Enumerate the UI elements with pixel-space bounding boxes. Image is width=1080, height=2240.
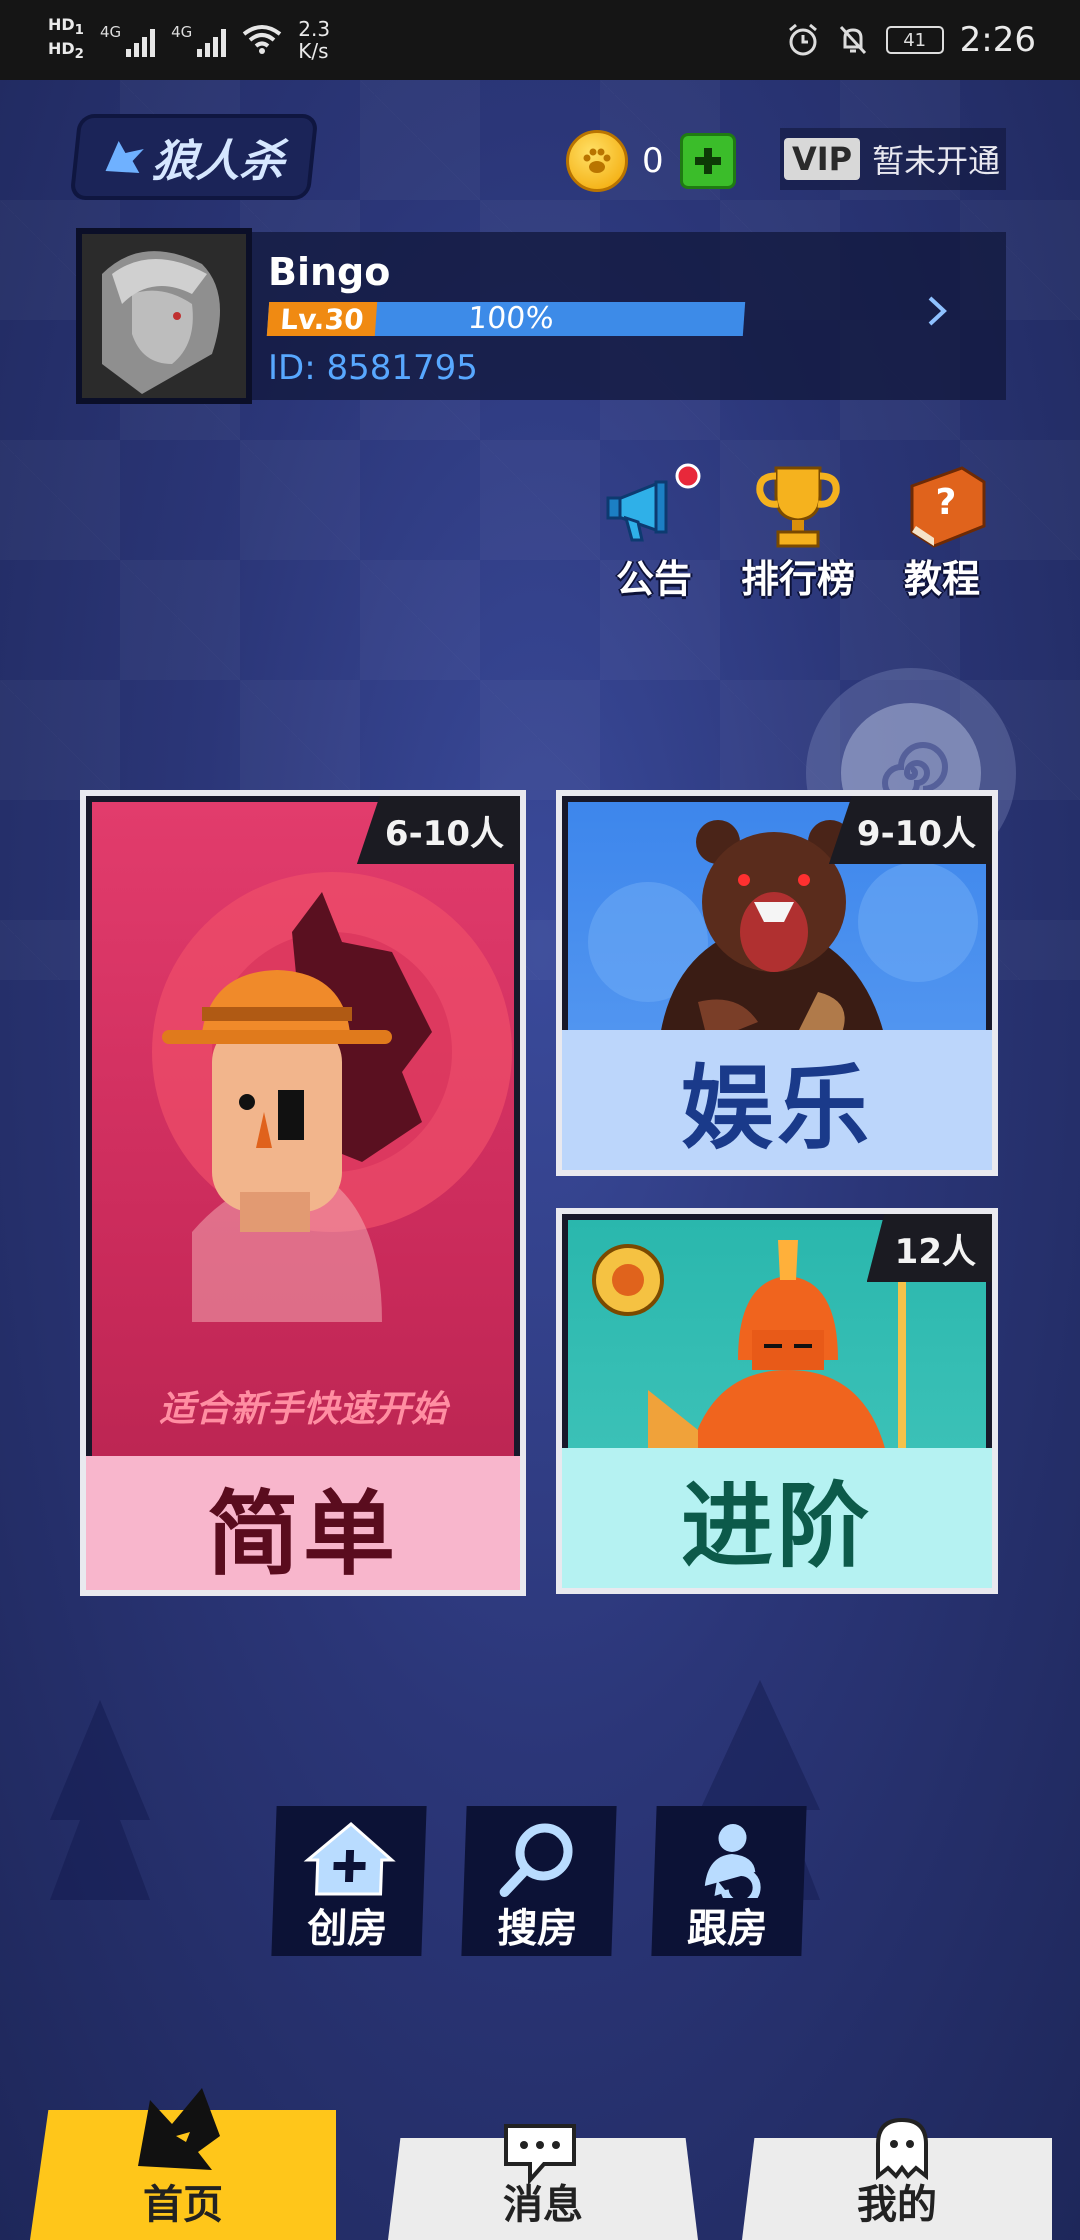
status-bar: HD1 HD2 4G 4G 2.3 K/s 41 2:26	[0, 0, 1080, 80]
create-room-label: 创房	[306, 1906, 389, 1952]
signal-2-icon: 4G	[171, 23, 227, 57]
svg-text:?: ?	[936, 482, 957, 523]
mute-bell-icon	[839, 25, 866, 55]
fun-title: 娱乐	[680, 1054, 873, 1162]
mode-card-advanced[interactable]: 12人 进阶	[556, 1208, 998, 1594]
game-logo: 狼人杀	[73, 118, 315, 196]
net-speed: 2.3 K/s	[298, 18, 330, 62]
network1-label: 4G	[99, 23, 122, 41]
profile-card[interactable]: Bingo Lv.30 100% ID: 8581795	[76, 228, 1006, 404]
coin-balance: 0	[566, 128, 736, 194]
mode-card-fun[interactable]: 9-10人 娱乐	[556, 790, 998, 1176]
net-speed-value: 2.3	[298, 17, 331, 41]
simple-banner: 简单	[86, 1456, 520, 1590]
status-left: HD1 HD2 4G 4G 2.3 K/s	[48, 14, 330, 64]
alarm-icon	[788, 23, 817, 56]
battery-level: 41	[903, 29, 927, 51]
leaderboard-button[interactable]: 排行榜	[728, 462, 868, 603]
hd2-label: HD	[48, 39, 75, 58]
wolf-head-icon	[138, 2088, 220, 2170]
avatar-portrait	[82, 234, 246, 398]
vip-status-text: 暂未开通	[872, 142, 1001, 180]
advanced-banner: 进阶	[562, 1448, 992, 1588]
hd1-label: HD	[48, 14, 75, 34]
follow-icon	[704, 1824, 761, 1898]
pine-tree-left	[50, 1700, 150, 1900]
create-room-icon	[303, 1822, 396, 1896]
trophy-icon	[756, 466, 840, 548]
announcement-button[interactable]: 公告	[584, 462, 724, 603]
leaderboard-label: 排行榜	[740, 557, 855, 601]
status-right: 41 2:26	[786, 20, 1036, 60]
level-tag: Lv.30	[266, 302, 378, 336]
vip-status-button[interactable]: VIP 暂未开通	[780, 128, 1006, 190]
player-id: ID: 8581795	[268, 348, 478, 388]
search-room-label: 搜房	[496, 1906, 579, 1952]
level-progress-bar: Lv.30 100%	[266, 301, 746, 336]
advanced-title: 进阶	[680, 1472, 873, 1580]
mode-card-simple[interactable]: 6-10人 适合新手快速开始 简单	[80, 790, 526, 1596]
follow-room-button[interactable]: 跟房	[651, 1806, 807, 1956]
paw-coin-icon	[566, 130, 628, 192]
fun-player-count: 9-10人	[828, 796, 992, 864]
tutorial-label: 教程	[903, 557, 980, 601]
hd1-sub: 1	[74, 23, 84, 38]
player-name: Bingo	[268, 250, 391, 294]
fun-banner: 娱乐	[562, 1030, 992, 1170]
ghost-user-icon	[876, 2117, 928, 2181]
clock: 2:26	[959, 20, 1036, 60]
follow-room-label: 跟房	[686, 1906, 769, 1952]
advanced-player-count: 12人	[866, 1214, 992, 1282]
tutorial-button[interactable]: ? 教程	[872, 462, 1012, 603]
level-progress-text: 100%	[466, 301, 556, 336]
signal-1-icon: 4G	[99, 23, 156, 57]
net-speed-unit: K/s	[298, 39, 329, 63]
avatar[interactable]	[76, 228, 252, 404]
simple-player-count: 6-10人	[356, 796, 520, 864]
create-room-button[interactable]: 创房	[271, 1806, 427, 1956]
search-icon	[499, 1823, 573, 1897]
vip-badge: VIP	[784, 138, 861, 180]
add-coins-button[interactable]	[680, 133, 736, 189]
battery-icon: 41	[885, 26, 944, 54]
tab-home-label: 首页	[143, 2182, 223, 2228]
search-room-button[interactable]: 搜房	[461, 1806, 617, 1956]
book-icon: ?	[910, 466, 986, 548]
wifi-icon	[243, 25, 282, 54]
plus-icon	[695, 148, 721, 174]
hd-indicators: HD1 HD2	[48, 14, 84, 64]
coin-count: 0	[642, 141, 664, 181]
wolf-logo-icon	[105, 141, 144, 173]
simple-subtitle: 适合新手快速开始	[158, 1389, 447, 1430]
network2-label: 4G	[171, 23, 193, 41]
hd2-sub: 2	[74, 47, 84, 63]
announcement-label: 公告	[615, 557, 692, 601]
chat-bubble-icon	[504, 2124, 576, 2186]
megaphone-icon	[606, 463, 701, 542]
logo-text: 狼人杀	[149, 136, 288, 187]
simple-title: 简单	[206, 1480, 399, 1588]
chevron-right-icon[interactable]	[920, 294, 954, 328]
